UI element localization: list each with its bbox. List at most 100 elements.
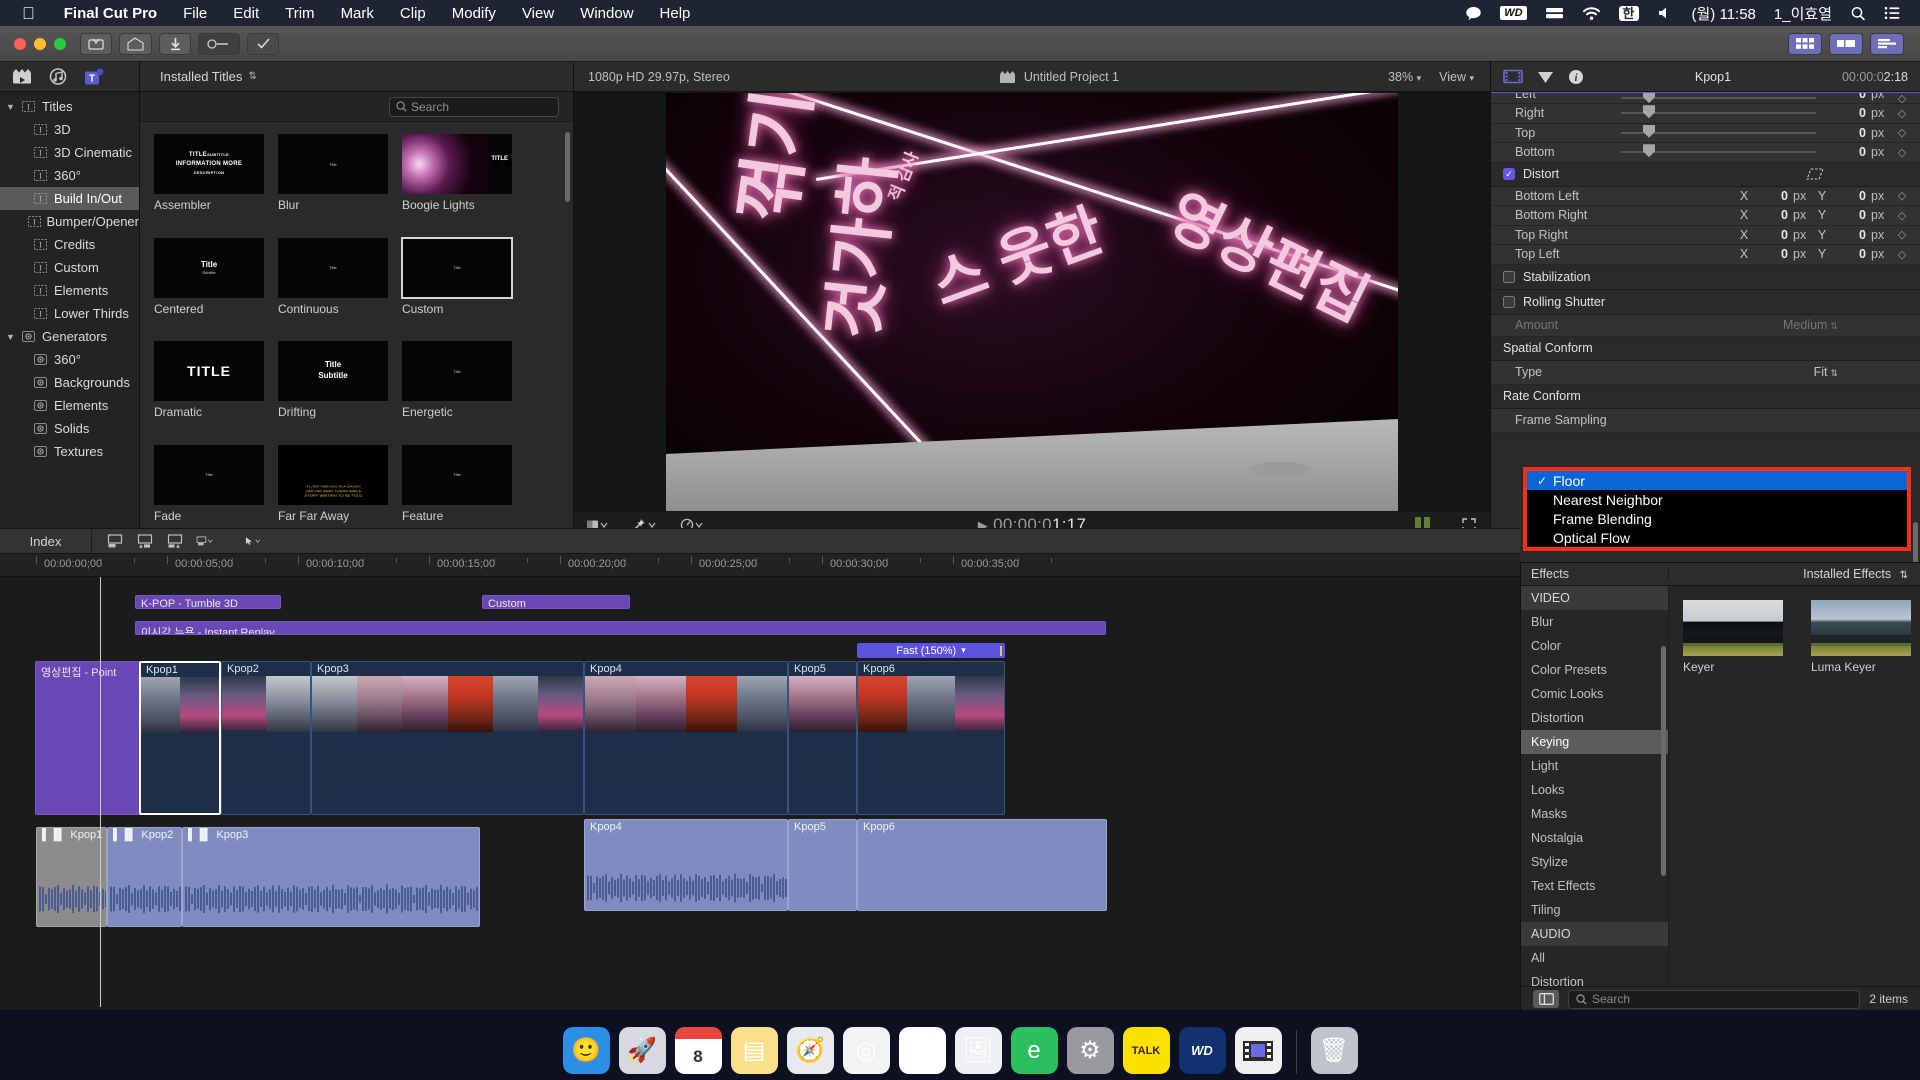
keyframe-icon[interactable]: ◇ (1892, 209, 1912, 222)
inspector-row-right[interactable]: Right0px◇ (1491, 104, 1920, 124)
keyframe-icon[interactable]: ◇ (1892, 228, 1912, 241)
slider-knob[interactable] (1643, 125, 1655, 138)
effects-category-color-presets[interactable]: Color Presets (1521, 658, 1668, 682)
timeline-video-clip[interactable]: Kpop5 (788, 661, 857, 815)
frame-sampling-dropdown[interactable]: ✓FloorNearest NeighborFrame BlendingOpti… (1523, 467, 1911, 551)
timeline-audio-clip[interactable]: ▌▐▌Kpop2 (107, 827, 182, 927)
append-icon[interactable] (106, 534, 123, 549)
timeline-primary-title-clip[interactable]: 영상편집 - Point (35, 661, 140, 815)
inspector-layout-button[interactable] (1870, 33, 1904, 55)
keyframe-icon[interactable]: ◇ (1892, 92, 1912, 104)
browser-header[interactable]: Installed Titles ⇅ (140, 62, 573, 92)
sidebar-item-elements[interactable]: Elements (0, 394, 139, 417)
timeline-title-clip[interactable]: K-POP - Tumble 3D (135, 595, 281, 609)
effects-category-looks[interactable]: Looks (1521, 778, 1668, 802)
timeline-video-clip[interactable]: Kpop4 (584, 661, 788, 815)
viewer-canvas[interactable]: 꺾기비대 스 웃한 적 감사 영상편집 것가하 (574, 92, 1490, 512)
inspector-row-bottom-right[interactable]: Bottom RightX0pxY0px◇ (1491, 206, 1920, 226)
finder-icon[interactable]: 🙂 (563, 1027, 610, 1074)
color-inspector-tab[interactable] (1537, 70, 1554, 84)
generators-browser-tab[interactable]: T (84, 68, 104, 86)
chat-bubble-icon[interactable] (1456, 6, 1491, 21)
sidebar-item-360-[interactable]: I360° (0, 164, 139, 187)
input-source-icon[interactable]: 한 (1610, 6, 1648, 21)
effects-category-distortion[interactable]: Distortion (1521, 970, 1668, 986)
insert-icon[interactable] (136, 534, 153, 549)
timeline-index-button[interactable]: Index (0, 529, 92, 553)
dropdown-item-frame-blending[interactable]: Frame Blending (1527, 509, 1907, 528)
title-tile-continuous[interactable]: TitleContinuous (278, 238, 388, 330)
stabilization-checkbox[interactable] (1503, 271, 1515, 283)
sidebar-item-backgrounds[interactable]: Backgrounds (0, 371, 139, 394)
sidebar-item-titles[interactable]: ▼ITitles (0, 95, 139, 118)
title-tile-boogie-lights[interactable]: ✦✦TITLEBoogie Lights (402, 134, 512, 226)
safari-icon[interactable]: 🧭 (787, 1027, 834, 1074)
calendar-icon[interactable]: 8 (675, 1027, 722, 1074)
wifi-icon[interactable] (1573, 6, 1610, 21)
import-media-button[interactable] (80, 33, 112, 55)
timeline-audio-clip[interactable]: Kpop4 (584, 819, 788, 911)
effects-category-masks[interactable]: Masks (1521, 802, 1668, 826)
effects-category-scrollbar[interactable] (1661, 646, 1666, 876)
inspector-spatial-type-row[interactable]: TypeFit⇅ (1491, 361, 1920, 385)
window-controls[interactable] (0, 38, 80, 50)
disclosure-triangle-icon[interactable]: ▼ (6, 332, 20, 342)
music-browser-tab[interactable] (48, 68, 68, 86)
clock[interactable]: (월) 11:58 (1683, 3, 1765, 24)
menu-trim[interactable]: Trim (272, 5, 327, 22)
slider-knob[interactable] (1643, 144, 1655, 157)
title-tile-far-far-away[interactable]: A LONG TIME AGO IN A GALAXYFAR FAR AWAY … (278, 445, 388, 537)
browser-layout-button[interactable] (1788, 33, 1822, 55)
title-tile-centered[interactable]: TitleSubtitleCentered (154, 238, 264, 330)
effects-search-input[interactable]: Search (1568, 990, 1860, 1009)
timeline-title-clip[interactable]: Custom (482, 595, 630, 609)
panel-toggle-icon[interactable] (1533, 990, 1559, 1008)
title-tile-fade[interactable]: TitleFade (154, 445, 264, 537)
sidebar-item-lower-thirds[interactable]: ILower Thirds (0, 302, 139, 325)
effects-category-keying[interactable]: Keying (1521, 730, 1668, 754)
dropdown-item-optical-flow[interactable]: Optical Flow (1527, 528, 1907, 547)
effects-category-nostalgia[interactable]: Nostalgia (1521, 826, 1668, 850)
sidebar-item-custom[interactable]: ICustom (0, 256, 139, 279)
tool-select-icon[interactable] (244, 534, 261, 549)
sidebar-item-generators[interactable]: ▼Generators (0, 325, 139, 348)
keyword-button[interactable] (119, 33, 152, 55)
sidebar-item-elements[interactable]: IElements (0, 279, 139, 302)
sidebar-item-build-in-out[interactable]: IBuild In/Out (0, 187, 139, 210)
viewer-view-menu[interactable]: View ▾ (1439, 70, 1474, 84)
evernote-icon[interactable]: e (1011, 1027, 1058, 1074)
notes-icon[interactable]: ▤ (731, 1027, 778, 1074)
chrome-icon[interactable]: ◎ (843, 1027, 890, 1074)
inspector-row-top[interactable]: Top0px◇ (1491, 124, 1920, 144)
video-inspector-tab[interactable] (1503, 69, 1523, 84)
inspector-row-bottom[interactable]: Bottom0px◇ (1491, 143, 1920, 163)
keyframe-icon[interactable]: ◇ (1892, 189, 1912, 202)
browser-search-input[interactable]: Search (389, 97, 559, 117)
sidebar-item-3d[interactable]: I3D (0, 118, 139, 141)
photos-icon[interactable]: ✿ (899, 1027, 946, 1074)
timeline-layout-button[interactable] (1829, 33, 1863, 55)
inspector-frame-sampling-row[interactable]: Frame Sampling (1491, 409, 1920, 433)
keyframe-icon[interactable]: ◇ (1892, 126, 1912, 139)
effects-category-blur[interactable]: Blur (1521, 610, 1668, 634)
slider-knob[interactable] (1643, 105, 1655, 118)
title-tile-drifting[interactable]: TitleSubtitleDrifting (278, 341, 388, 433)
effects-category-tiling[interactable]: Tiling (1521, 898, 1668, 922)
effects-category-distortion[interactable]: Distortion (1521, 706, 1668, 730)
kakaotalk-icon[interactable]: TALK (1123, 1027, 1170, 1074)
overwrite-icon[interactable] (166, 534, 183, 549)
disclosure-triangle-icon[interactable]: ▼ (6, 102, 20, 112)
effects-category-text-effects[interactable]: Text Effects (1521, 874, 1668, 898)
menu-file[interactable]: File (170, 5, 220, 22)
effects-category-all[interactable]: All (1521, 946, 1668, 970)
menu-window[interactable]: Window (567, 5, 646, 22)
effects-category-comic-looks[interactable]: Comic Looks (1521, 682, 1668, 706)
inspector-rolling-shutter-row[interactable]: Rolling Shutter (1491, 290, 1920, 315)
titles-browser-tab[interactable] (12, 68, 32, 86)
inspector-row-bottom-left[interactable]: Bottom LeftX0pxY0px◇ (1491, 187, 1920, 207)
timeline-audio-clip[interactable]: Kpop5 (788, 819, 857, 911)
dropdown-item-floor[interactable]: ✓Floor (1527, 471, 1907, 490)
apple-menu-icon[interactable]:  (22, 5, 35, 22)
effects-category-video[interactable]: VIDEO (1521, 586, 1668, 610)
close-button[interactable] (14, 38, 26, 50)
